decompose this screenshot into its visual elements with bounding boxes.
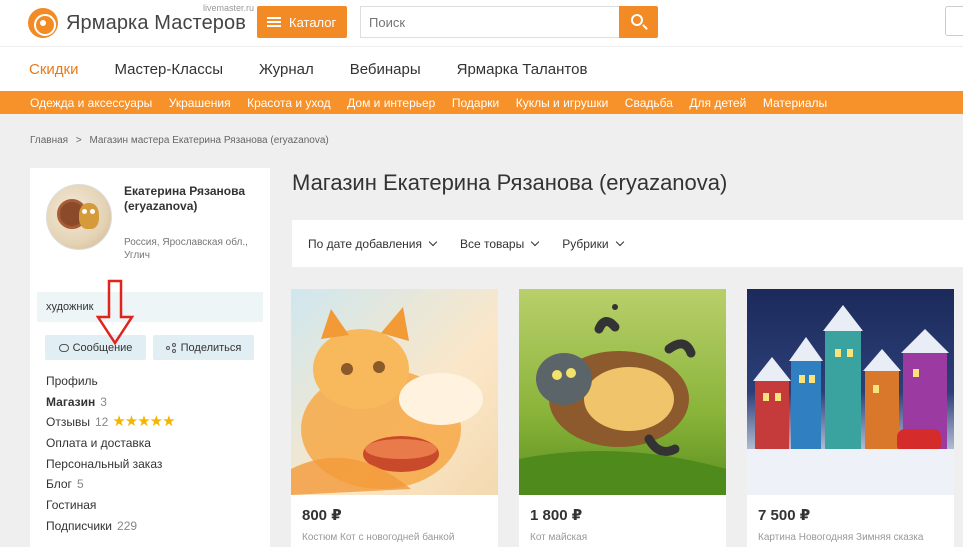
- product-price: 800 ₽: [302, 507, 342, 524]
- menu-item-label: Гостиная: [46, 498, 97, 513]
- share-button[interactable]: Поделиться: [153, 335, 254, 360]
- menu-item-label: Профиль: [46, 374, 98, 388]
- winter-town-painting-image: [747, 305, 954, 495]
- menu-item-label: Оплата и доставка: [46, 436, 151, 451]
- category-home[interactable]: Дом и интерьер: [347, 96, 435, 110]
- breadcrumb-separator: >: [75, 135, 82, 146]
- nav-item-webinars[interactable]: Вебинары: [350, 61, 421, 78]
- categories-dropdown[interactable]: Рубрики: [562, 236, 624, 251]
- products-filter-dropdown[interactable]: Все товары: [459, 236, 540, 251]
- avatar[interactable]: [46, 184, 112, 250]
- menu-item-shop[interactable]: Магазин 3: [46, 392, 256, 413]
- logo-subtitle: livemaster.ru: [203, 3, 255, 13]
- breadcrumb: Главная > Магазин мастера Екатерина Ряза…: [30, 135, 334, 146]
- nav-item-journal[interactable]: Журнал: [259, 61, 314, 78]
- chevron-down-icon: [530, 237, 540, 246]
- menu-item-count: 229: [117, 518, 138, 533]
- category-materials[interactable]: Материалы: [763, 96, 827, 110]
- product-card[interactable]: 7 500 ₽ Картина Новогодняя Зимняя сказка: [747, 289, 954, 547]
- menu-item-payment-delivery[interactable]: Оплата и доставка: [46, 433, 256, 454]
- product-image[interactable]: [747, 289, 954, 495]
- product-price: 7 500 ₽: [758, 507, 811, 524]
- search-button[interactable]: [619, 6, 658, 38]
- product-image[interactable]: [291, 289, 498, 495]
- logo-icon: [28, 8, 58, 38]
- products-filter-label: Все товары: [459, 236, 525, 251]
- top-header: Ярмарка Мастеров livemaster.ru Каталог: [0, 0, 963, 46]
- menu-item-profile[interactable]: Профиль: [46, 371, 256, 392]
- chevron-down-icon: [615, 237, 624, 246]
- seller-menu: Профиль Магазин 3 Отзывы 12 ★★★★★ Оплата…: [46, 371, 256, 537]
- product-card[interactable]: 800 ₽ Костюм Кот с новогодней банкой: [291, 289, 498, 547]
- category-beauty[interactable]: Красота и уход: [247, 96, 331, 110]
- menu-item-count: 12: [94, 415, 109, 430]
- page-title: Магазин Екатерина Рязанова (eryazanova): [292, 170, 728, 195]
- product-title[interactable]: Картина Новогодняя Зимняя сказка: [758, 532, 923, 543]
- category-wedding[interactable]: Свадьба: [625, 96, 673, 110]
- categories-dropdown-label: Рубрики: [562, 236, 609, 251]
- menu-item-subscribers[interactable]: Подписчики 229: [46, 516, 256, 537]
- annotation-arrow-icon: [96, 279, 135, 345]
- nav-item-talent-fair[interactable]: Ярмарка Талантов: [457, 61, 588, 78]
- sort-dropdown[interactable]: По дате добавления: [308, 236, 438, 251]
- category-dolls[interactable]: Куклы и игрушки: [516, 96, 609, 110]
- menu-item-label: Персональный заказ: [46, 456, 163, 471]
- menu-item-label: Магазин: [46, 394, 96, 409]
- seller-bio: художник: [37, 292, 263, 322]
- product-card[interactable]: 1 800 ₽ Кот майская: [519, 289, 726, 547]
- menu-item-custom-order[interactable]: Персональный заказ: [46, 454, 256, 475]
- product-price: 1 800 ₽: [530, 507, 583, 524]
- search-icon: [631, 14, 643, 26]
- seller-name[interactable]: Екатерина Рязанова (eryazanova): [124, 184, 254, 214]
- header-action-button[interactable]: [945, 6, 963, 36]
- share-icon: [165, 342, 177, 353]
- chat-icon: [58, 343, 69, 352]
- menu-item-blog[interactable]: Блог 5: [46, 474, 256, 495]
- seller-card: Екатерина Рязанова (eryazanova) Россия, …: [30, 168, 270, 547]
- seller-location: Россия, Ярославская обл., Углич: [124, 237, 248, 261]
- category-jewelry[interactable]: Украшения: [169, 96, 231, 110]
- menu-item-lounge[interactable]: Гостиная: [46, 495, 256, 516]
- logo-text: Ярмарка Мастеров: [66, 11, 246, 34]
- product-title[interactable]: Костюм Кот с новогодней банкой: [302, 532, 454, 543]
- search-input[interactable]: [360, 6, 619, 38]
- product-image[interactable]: [519, 289, 726, 495]
- filter-bar: По дате добавления Все товары Рубрики: [292, 220, 963, 267]
- menu-item-label: Блог: [46, 477, 72, 492]
- avatar-owl-illustration: [79, 203, 99, 229]
- cat-painting-image: [291, 307, 483, 495]
- share-button-label: Поделиться: [180, 341, 242, 354]
- catalog-button-label: Каталог: [289, 14, 337, 30]
- product-title[interactable]: Кот майская: [530, 532, 587, 543]
- rating-stars-icon: ★★★★★: [112, 413, 175, 431]
- menu-item-count: 3: [100, 394, 107, 409]
- menu-item-reviews[interactable]: Отзывы 12 ★★★★★: [46, 412, 256, 433]
- secondary-nav: Скидки Мастер-Классы Журнал Вебинары Ярм…: [0, 46, 963, 91]
- nav-item-master-classes[interactable]: Мастер-Классы: [114, 61, 223, 78]
- breadcrumb-current: Магазин мастера Екатерина Рязанова (erya…: [89, 135, 329, 146]
- chevron-down-icon: [428, 237, 438, 246]
- breadcrumb-home[interactable]: Главная: [30, 135, 68, 146]
- catalog-button[interactable]: Каталог: [257, 6, 347, 38]
- menu-item-label: Подписчики: [46, 518, 113, 533]
- nav-item-discounts[interactable]: Скидки: [29, 61, 78, 78]
- category-kids[interactable]: Для детей: [689, 96, 746, 110]
- cat-in-grass-painting-image: [519, 304, 726, 495]
- menu-item-label: Отзывы: [46, 415, 90, 430]
- menu-item-count: 5: [76, 477, 84, 492]
- category-clothing[interactable]: Одежда и аксессуары: [30, 96, 152, 110]
- sort-dropdown-label: По дате добавления: [308, 236, 422, 251]
- menu-icon: [267, 17, 281, 27]
- category-gifts[interactable]: Подарки: [452, 96, 499, 110]
- category-bar: Одежда и аксессуары Украшения Красота и …: [0, 91, 963, 114]
